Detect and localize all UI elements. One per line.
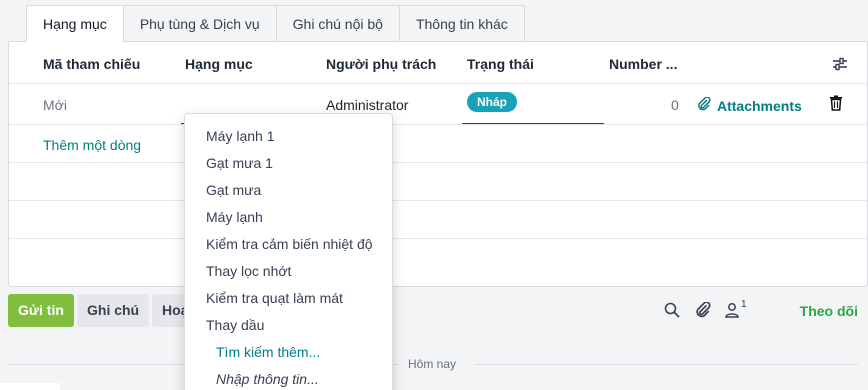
col-header-ref[interactable]: Mã tham chiếu: [43, 56, 140, 72]
settings-sliders-icon[interactable]: [832, 56, 848, 75]
dropdown-option[interactable]: Máy lạnh 1: [185, 123, 392, 150]
row-divider: [9, 238, 867, 239]
item-autocomplete-dropdown: Máy lạnh 1 Gạt mưa 1 Gạt mưa Máy lạnh Ki…: [184, 113, 393, 390]
status-badge[interactable]: Nháp: [467, 92, 517, 112]
tab-ghi-chu-noi-bo[interactable]: Ghi chú nội bộ: [276, 5, 400, 42]
col-header-assignee[interactable]: Người phụ trách: [326, 56, 436, 72]
tab-hang-muc[interactable]: Hạng mục: [26, 5, 124, 42]
col-header-status[interactable]: Trạng thái: [467, 56, 534, 72]
date-separator-line: [474, 364, 858, 365]
col-header-number[interactable]: Number ...: [609, 56, 677, 72]
notebook-tabs: Hạng mục Phụ tùng & Dịch vụ Ghi chú nội …: [26, 5, 525, 42]
add-line-link[interactable]: Thêm một dòng: [43, 137, 141, 153]
row-divider: [9, 200, 867, 201]
trash-icon[interactable]: [829, 95, 843, 114]
col-header-item[interactable]: Hạng mục: [185, 56, 253, 72]
log-note-button[interactable]: Ghi chú: [77, 294, 150, 327]
dropdown-option[interactable]: Gạt mưa 1: [185, 150, 392, 177]
attachments-button[interactable]: Attachments: [697, 96, 802, 114]
number-field[interactable]: 0: [671, 97, 679, 113]
row-divider: [9, 124, 867, 125]
dropdown-option[interactable]: Kiểm tra cảm biến nhiệt độ: [185, 231, 392, 258]
dropdown-option[interactable]: Kiểm tra quạt làm mát: [185, 285, 392, 312]
follower-count: 1: [741, 299, 747, 310]
dropdown-option[interactable]: Thay lọc nhớt: [185, 258, 392, 285]
create-edit-option[interactable]: Nhập thông tin...: [185, 366, 392, 390]
follow-button[interactable]: Theo dõi: [800, 303, 858, 319]
dropdown-option[interactable]: Gạt mưa: [185, 177, 392, 204]
send-message-button[interactable]: Gửi tin: [8, 294, 74, 327]
dropdown-option[interactable]: Máy lạnh: [185, 204, 392, 231]
tab-phu-tung-dich-vu[interactable]: Phụ tùng & Dịch vụ: [123, 5, 277, 42]
date-separator-label: Hôm nay: [408, 357, 457, 371]
dropdown-option[interactable]: Thay dầu: [185, 312, 392, 339]
search-more-option[interactable]: Tìm kiếm thêm...: [185, 339, 392, 366]
header-divider: [9, 83, 867, 84]
user-icon[interactable]: [724, 302, 740, 321]
tab-thong-tin-khac[interactable]: Thông tin khác: [399, 5, 525, 42]
search-icon[interactable]: [664, 302, 680, 321]
paperclip-icon[interactable]: [695, 301, 711, 321]
paperclip-icon: [697, 96, 711, 114]
items-panel: Mã tham chiếu Hạng mục Người phụ trách T…: [8, 41, 868, 287]
ref-field[interactable]: Mới: [43, 97, 67, 113]
assignee-field[interactable]: Administrator: [326, 97, 408, 113]
bottom-blank: [0, 383, 60, 390]
row-divider: [9, 162, 867, 163]
attachments-label: Attachments: [717, 97, 802, 114]
